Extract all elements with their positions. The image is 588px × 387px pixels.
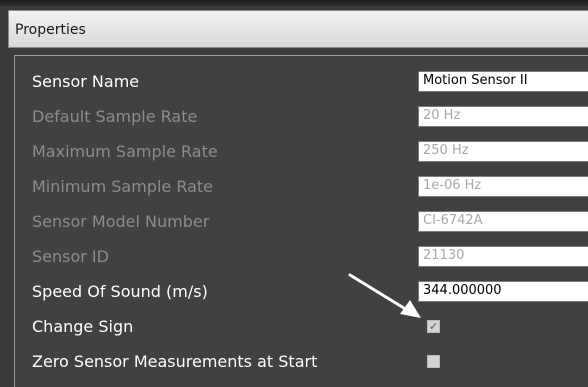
speed-of-sound-field[interactable]: 344.000000 xyxy=(418,281,588,302)
sensor-name-field[interactable]: Motion Sensor II xyxy=(418,71,588,92)
sensor-model-number-label: Sensor Model Number xyxy=(32,212,210,231)
zero-sensor-measurements-label: Zero Sensor Measurements at Start xyxy=(32,352,318,371)
speed-of-sound-label: Speed Of Sound (m/s) xyxy=(32,282,208,301)
property-row-zero-sensor-measurements: Zero Sensor Measurements at Start xyxy=(15,344,588,378)
sensor-id-label: Sensor ID xyxy=(32,247,109,266)
property-row-sensor-name: Sensor Name Motion Sensor II xyxy=(15,64,588,98)
property-row-maximum-sample-rate: Maximum Sample Rate 250 Hz xyxy=(15,134,588,168)
sensor-id-field: 21130 xyxy=(418,246,588,267)
property-row-sensor-model-number: Sensor Model Number CI-6742A xyxy=(15,204,588,238)
property-row-sensor-id: Sensor ID 21130 xyxy=(15,239,588,273)
property-row-change-sign: Change Sign ✓ xyxy=(15,309,588,343)
zero-sensor-measurements-checkbox[interactable] xyxy=(427,355,440,368)
minimum-sample-rate-label: Minimum Sample Rate xyxy=(32,177,213,196)
default-sample-rate-label: Default Sample Rate xyxy=(32,107,198,126)
properties-title-bar: Properties xyxy=(8,10,588,48)
window-title: Properties xyxy=(15,22,86,38)
minimum-sample-rate-field: 1e-06 Hz xyxy=(418,176,588,197)
maximum-sample-rate-label: Maximum Sample Rate xyxy=(32,142,218,161)
default-sample-rate-field: 20 Hz xyxy=(418,106,588,127)
sensor-name-label: Sensor Name xyxy=(32,72,140,91)
window-top-edge xyxy=(0,0,588,6)
property-row-default-sample-rate: Default Sample Rate 20 Hz xyxy=(15,99,588,133)
properties-window: Properties Sensor Name Motion Sensor II … xyxy=(0,0,588,387)
sensor-model-number-field: CI-6742A xyxy=(418,211,588,232)
property-row-speed-of-sound: Speed Of Sound (m/s) 344.000000 xyxy=(15,274,588,308)
change-sign-checkbox[interactable]: ✓ xyxy=(427,320,440,333)
maximum-sample-rate-field: 250 Hz xyxy=(418,141,588,162)
properties-panel: Sensor Name Motion Sensor II Default Sam… xyxy=(14,55,588,387)
property-row-minimum-sample-rate: Minimum Sample Rate 1e-06 Hz xyxy=(15,169,588,203)
change-sign-label: Change Sign xyxy=(32,317,134,336)
